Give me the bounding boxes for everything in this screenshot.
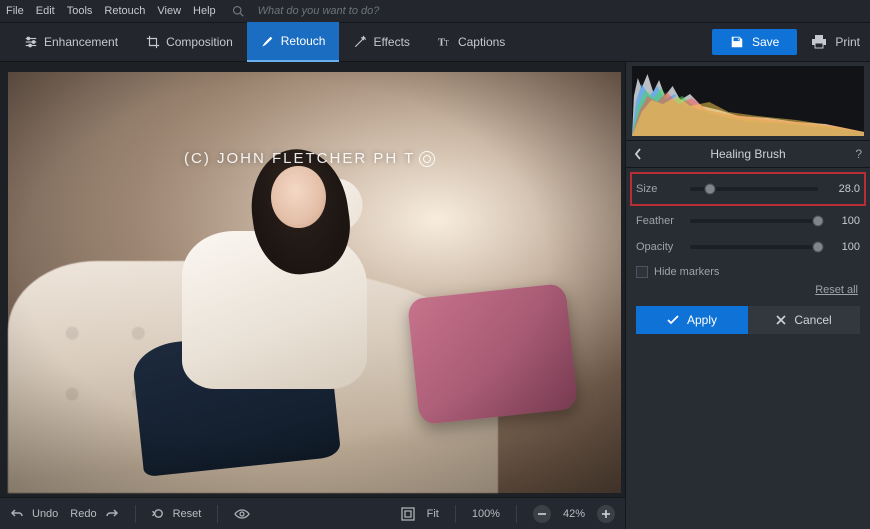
- menu-edit[interactable]: Edit: [36, 5, 55, 17]
- hide-markers-label: Hide markers: [654, 266, 719, 278]
- menu-bar: File Edit Tools Retouch View Help: [0, 0, 870, 22]
- apply-button[interactable]: Apply: [636, 306, 748, 334]
- save-icon: [730, 35, 744, 49]
- print-label: Print: [835, 35, 860, 49]
- menu-view[interactable]: View: [157, 5, 181, 17]
- zoom-pct[interactable]: 100%: [472, 508, 500, 520]
- photo: [8, 72, 621, 493]
- hide-markers-checkbox[interactable]: Hide markers: [636, 266, 860, 278]
- panel-header: Healing Brush ?: [626, 140, 870, 168]
- zoom-in-button[interactable]: [597, 505, 615, 523]
- reset-all-link[interactable]: Reset all: [638, 284, 858, 296]
- image-canvas[interactable]: (C) JOHN FLETCHER PH T: [0, 62, 625, 497]
- tab-enhancement[interactable]: Enhancement: [10, 22, 132, 62]
- slider-label: Feather: [636, 215, 682, 227]
- sliders-icon: [24, 35, 38, 49]
- fit-label[interactable]: Fit: [427, 508, 439, 520]
- right-panel: Healing Brush ? Size 28.0 Feather 100 Op…: [625, 62, 870, 529]
- tab-label: Effects: [373, 35, 409, 49]
- svg-text:T: T: [444, 39, 449, 48]
- slider-size[interactable]: Size 28.0: [632, 174, 864, 204]
- reset-label: Reset: [173, 508, 202, 520]
- app-window: File Edit Tools Retouch View Help Enhanc…: [0, 0, 870, 529]
- menu-file[interactable]: File: [6, 5, 24, 17]
- undo-icon: [10, 508, 24, 520]
- eye-icon[interactable]: [234, 508, 250, 520]
- slider-label: Opacity: [636, 241, 682, 253]
- tab-retouch[interactable]: Retouch: [247, 22, 340, 62]
- menu-retouch[interactable]: Retouch: [104, 5, 145, 17]
- redo-label: Redo: [70, 508, 96, 520]
- checkbox-icon[interactable]: [636, 266, 648, 278]
- tab-composition[interactable]: Composition: [132, 22, 247, 62]
- slider-track[interactable]: [690, 245, 818, 249]
- undo-button[interactable]: Undo: [10, 508, 58, 520]
- slider-track[interactable]: [690, 219, 818, 223]
- toolbar: Enhancement Composition Retouch Effects …: [0, 22, 870, 62]
- slider-feather[interactable]: Feather 100: [636, 208, 860, 234]
- slider-value: 100: [826, 241, 860, 253]
- redo-button[interactable]: Redo: [70, 508, 118, 520]
- back-button[interactable]: [626, 141, 650, 167]
- text-icon: TT: [438, 35, 452, 49]
- print-button[interactable]: Print: [811, 35, 860, 49]
- tab-captions[interactable]: TT Captions: [424, 22, 519, 62]
- wand-icon: [353, 35, 367, 49]
- help-button[interactable]: ?: [847, 141, 870, 167]
- fit-icon[interactable]: [401, 507, 415, 521]
- crop-icon: [146, 35, 160, 49]
- cancel-label: Cancel: [794, 313, 831, 327]
- redo-icon: [105, 508, 119, 520]
- tab-label: Enhancement: [44, 35, 118, 49]
- reset-icon: [152, 507, 165, 520]
- zoom-out-button[interactable]: [533, 505, 551, 523]
- tab-label: Captions: [458, 35, 505, 49]
- slider-value: 100: [826, 215, 860, 227]
- tab-effects[interactable]: Effects: [339, 22, 423, 62]
- slider-track[interactable]: [690, 187, 818, 191]
- slider-label: Size: [636, 183, 682, 195]
- reset-button[interactable]: Reset: [152, 507, 202, 520]
- cancel-button[interactable]: Cancel: [748, 306, 860, 334]
- apply-row: Apply Cancel: [636, 306, 860, 334]
- menu-help[interactable]: Help: [193, 5, 216, 17]
- apply-label: Apply: [687, 313, 717, 327]
- main-area: (C) JOHN FLETCHER PH T Undo Redo Reset: [0, 62, 870, 529]
- slider-opacity[interactable]: Opacity 100: [636, 234, 860, 260]
- undo-label: Undo: [32, 508, 58, 520]
- bottom-bar: Undo Redo Reset Fit 100%: [0, 497, 625, 529]
- tab-label: Composition: [166, 35, 233, 49]
- close-icon: [776, 315, 786, 325]
- save-button[interactable]: Save: [712, 29, 797, 55]
- tab-label: Retouch: [281, 34, 326, 48]
- watermark: (C) JOHN FLETCHER PH T: [184, 150, 435, 167]
- print-icon: [811, 35, 827, 49]
- panel-title: Healing Brush: [710, 147, 785, 161]
- slider-value: 28.0: [826, 183, 860, 195]
- zoom-out-pct: 42%: [563, 508, 585, 520]
- search-input[interactable]: [256, 4, 864, 18]
- check-icon: [667, 315, 679, 325]
- brush-icon: [261, 34, 275, 48]
- menu-tools[interactable]: Tools: [67, 5, 93, 17]
- save-label: Save: [752, 35, 779, 49]
- sliders-group: Size 28.0 Feather 100 Opacity 100 Hide m…: [626, 168, 870, 340]
- histogram: [632, 66, 864, 136]
- search-icon: [232, 5, 244, 17]
